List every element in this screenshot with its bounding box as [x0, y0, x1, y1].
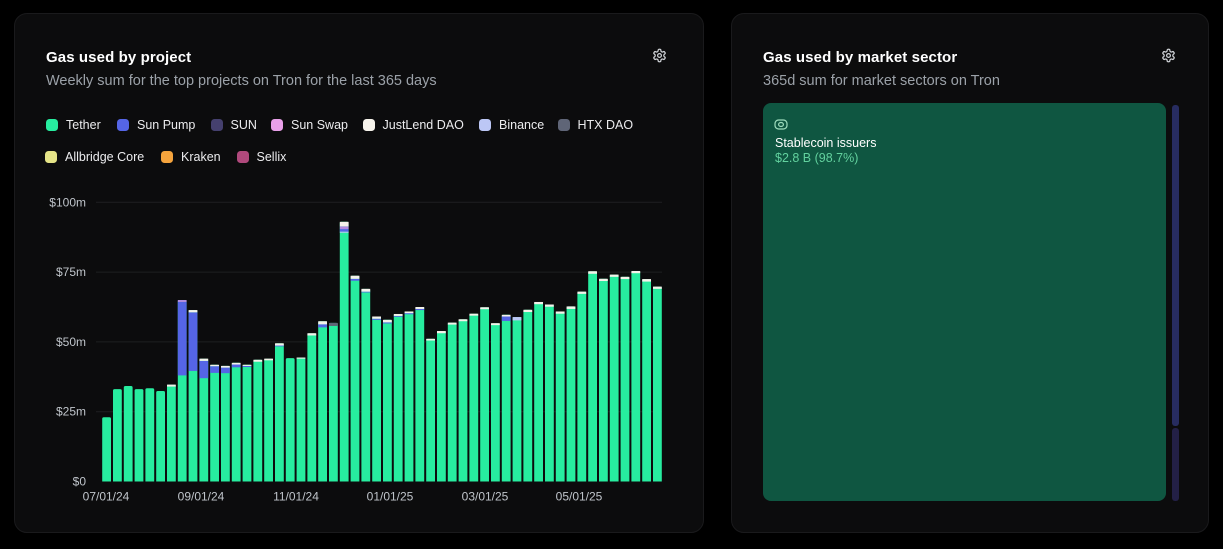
svg-text:$0: $0 — [73, 475, 87, 489]
svg-text:05/01/25: 05/01/25 — [556, 490, 603, 504]
svg-text:$25m: $25m — [56, 405, 86, 419]
svg-text:09/01/24: 09/01/24 — [178, 490, 225, 504]
svg-text:11/01/24: 11/01/24 — [273, 490, 319, 504]
svg-text:03/01/25: 03/01/25 — [462, 490, 509, 504]
svg-text:01/01/25: 01/01/25 — [367, 490, 414, 504]
svg-text:07/01/24: 07/01/24 — [83, 490, 130, 504]
svg-text:$75m: $75m — [56, 265, 86, 279]
svg-text:$100m: $100m — [49, 195, 86, 209]
svg-text:$50m: $50m — [56, 335, 86, 349]
